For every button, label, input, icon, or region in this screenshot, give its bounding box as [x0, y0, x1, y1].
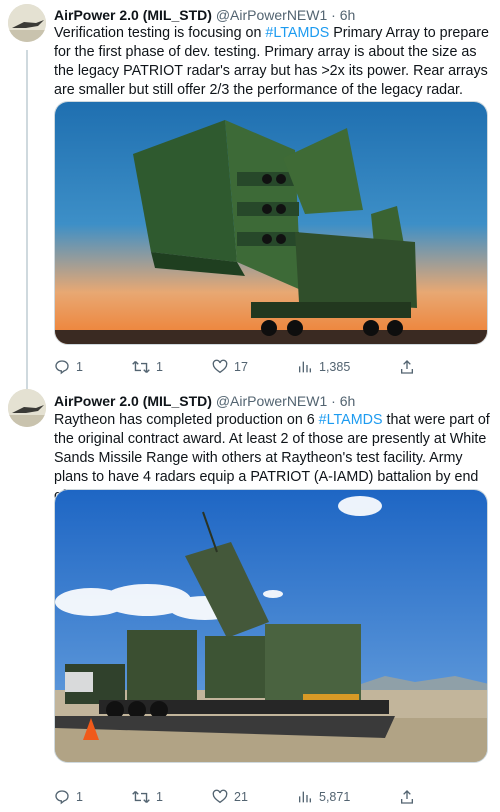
hashtag-link[interactable]: #LTAMDS: [265, 25, 329, 41]
share-icon: [401, 360, 413, 374]
views-count: 1,385: [319, 360, 351, 374]
reply-icon: [55, 790, 69, 805]
avatar[interactable]: [8, 389, 46, 427]
author-handle[interactable]: @AirPowerNEW1: [216, 7, 327, 23]
author-handle[interactable]: @AirPowerNEW1: [216, 393, 327, 409]
radar-photo: [55, 102, 487, 344]
reply-count: 1: [76, 790, 83, 804]
retweet-icon: [132, 360, 150, 374]
retweet-button[interactable]: 1: [132, 789, 163, 805]
timestamp[interactable]: 6h: [340, 393, 356, 409]
text-segment: Verification testing is focusing on: [54, 25, 266, 41]
separator: ·: [331, 7, 336, 23]
avatar[interactable]: [8, 4, 46, 42]
like-count: 17: [234, 360, 248, 374]
retweet-count: 1: [156, 790, 163, 804]
share-button[interactable]: [399, 789, 415, 805]
avatar-image: [8, 389, 46, 427]
tweet-2[interactable]: AirPower 2.0 (MIL_STD) @AirPowerNEW1 · 6…: [0, 385, 500, 812]
tweet-actions: 1 1 17 1,385: [54, 359, 454, 379]
reply-icon: [55, 360, 69, 375]
retweet-button[interactable]: 1: [132, 359, 163, 375]
share-button[interactable]: [399, 359, 415, 375]
like-button[interactable]: 17: [212, 359, 248, 375]
avatar-image: [8, 4, 46, 42]
like-icon: [212, 789, 228, 804]
retweet-icon: [132, 790, 150, 804]
tweet-header: AirPower 2.0 (MIL_STD) @AirPowerNEW1 · 6…: [54, 6, 355, 24]
text-segment: Raytheon has completed production on 6: [54, 412, 319, 428]
like-icon: [212, 359, 228, 374]
tweet-text: Verification testing is focusing on #LTA…: [54, 24, 490, 100]
reply-button[interactable]: 1: [54, 359, 83, 375]
reply-button[interactable]: 1: [54, 789, 83, 805]
radar-photo: [55, 490, 487, 762]
reply-count: 1: [76, 360, 83, 374]
author-name[interactable]: AirPower 2.0 (MIL_STD): [54, 7, 212, 23]
tweet-media-image[interactable]: [54, 489, 488, 763]
hashtag-link[interactable]: #LTAMDS: [319, 412, 383, 428]
separator: ·: [331, 393, 336, 409]
views-button[interactable]: 5,871: [297, 789, 350, 805]
share-icon: [401, 790, 413, 804]
views-count: 5,871: [319, 790, 351, 804]
retweet-count: 1: [156, 360, 163, 374]
timestamp[interactable]: 6h: [340, 7, 356, 23]
like-count: 21: [234, 790, 248, 804]
like-button[interactable]: 21: [212, 789, 248, 805]
tweet-media-image[interactable]: [54, 101, 488, 345]
author-name[interactable]: AirPower 2.0 (MIL_STD): [54, 393, 212, 409]
tweet-header: AirPower 2.0 (MIL_STD) @AirPowerNEW1 · 6…: [54, 392, 355, 410]
views-button[interactable]: 1,385: [297, 359, 350, 375]
tweet-1[interactable]: AirPower 2.0 (MIL_STD) @AirPowerNEW1 · 6…: [0, 0, 500, 385]
views-icon: [299, 361, 311, 373]
tweet-actions: 1 1 21 5,871: [54, 789, 454, 809]
views-icon: [299, 791, 311, 803]
